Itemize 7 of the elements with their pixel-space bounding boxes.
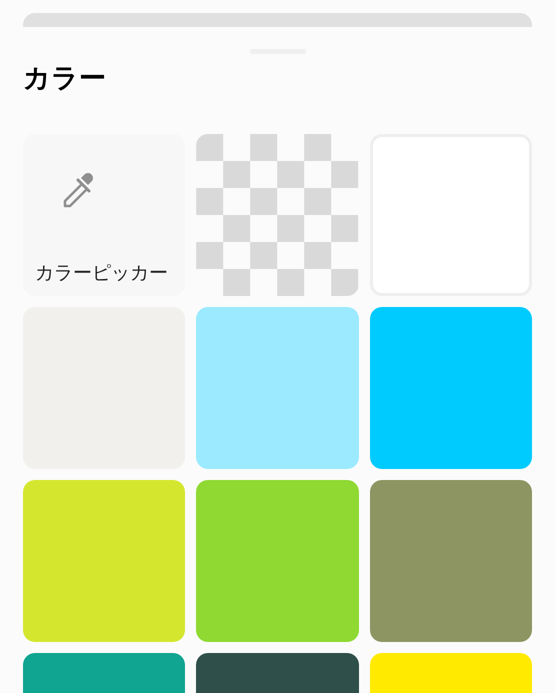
color-swatch[interactable] bbox=[196, 307, 359, 469]
color-swatch[interactable] bbox=[196, 480, 359, 642]
color-swatch[interactable] bbox=[23, 480, 186, 642]
color-picker-button[interactable]: カラーピッカー bbox=[23, 134, 186, 296]
section-title: カラー bbox=[23, 62, 106, 95]
color-swatch[interactable] bbox=[370, 480, 532, 642]
color-swatch[interactable] bbox=[370, 307, 532, 469]
